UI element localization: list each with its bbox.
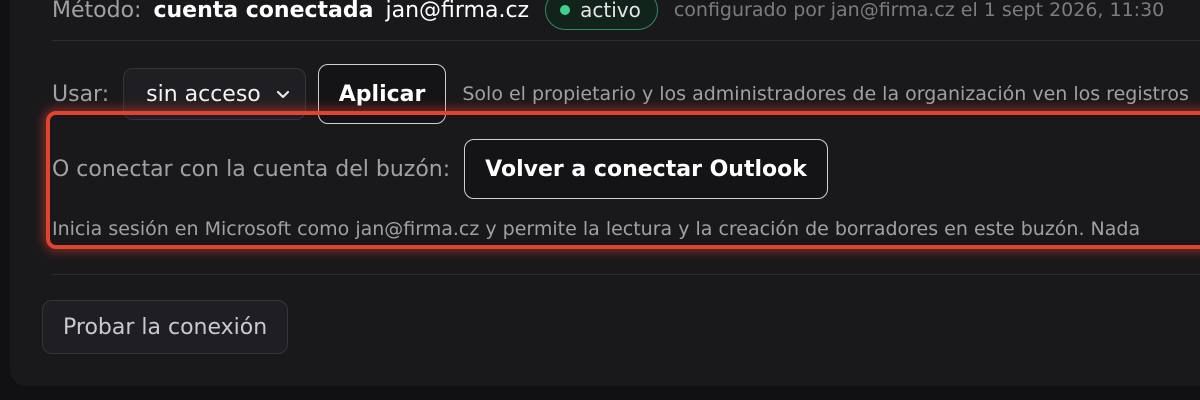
divider-bottom (52, 274, 1200, 275)
test-connection-button[interactable]: Probar la conexión (42, 300, 289, 354)
method-row: Método: cuenta conectada jan@firma.cz ac… (52, 0, 1164, 32)
access-select-value: sin acceso (146, 81, 261, 107)
status-badge: activo (545, 0, 658, 30)
configured-by-text: configurado por jan@firma.cz el 1 sept 2… (673, 0, 1165, 21)
method-label: Método: (52, 0, 142, 23)
visibility-hint: Solo el propietario y los administradore… (462, 83, 1189, 105)
status-dot-icon (560, 5, 571, 15)
method-account: jan@firma.cz (385, 0, 530, 23)
highlight-frame (46, 111, 1200, 249)
use-label: Usar: (52, 81, 110, 107)
status-text: activo (580, 0, 641, 22)
chevron-down-icon (275, 86, 291, 102)
divider-top (52, 40, 1200, 41)
method-type: cuenta conectada (153, 0, 374, 23)
